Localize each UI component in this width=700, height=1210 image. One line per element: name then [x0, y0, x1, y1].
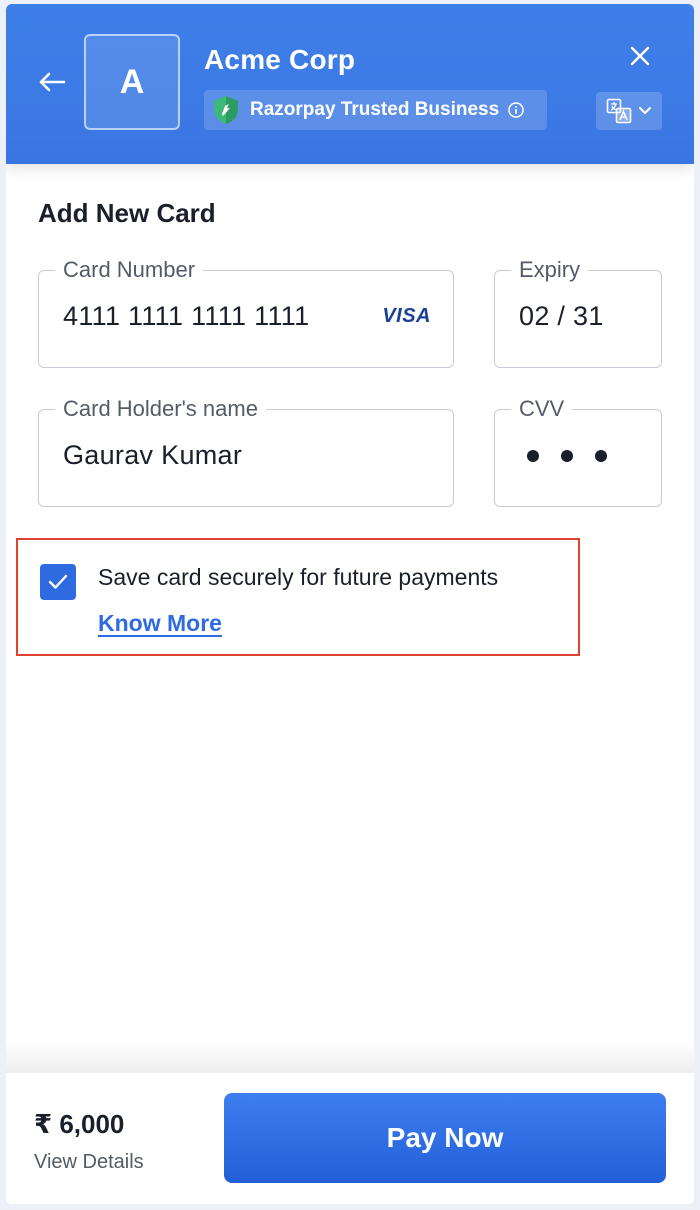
- card-holder-value: Gaurav Kumar: [63, 440, 243, 470]
- trusted-business-label: Razorpay Trusted Business: [250, 99, 500, 120]
- pay-now-button[interactable]: Pay Now: [224, 1093, 666, 1183]
- merchant-logo-letter: A: [119, 62, 145, 101]
- expiry-field[interactable]: Expiry 02 / 31: [494, 255, 662, 368]
- cvv-label: CVV: [511, 394, 573, 424]
- expiry-value: 02 / 31: [519, 301, 604, 331]
- view-details-link[interactable]: View Details: [34, 1151, 144, 1174]
- card-holder-label: Card Holder's name: [55, 394, 266, 424]
- total-amount: ₹ 6,000: [34, 1109, 125, 1139]
- save-card-highlight: Save card securely for future payments K…: [16, 538, 580, 656]
- cvv-field[interactable]: CVV: [494, 394, 662, 507]
- language-selector[interactable]: [596, 92, 662, 130]
- card-number-label: Card Number: [55, 255, 204, 285]
- chevron-down-icon: [639, 107, 651, 114]
- back-arrow-icon: [39, 72, 66, 92]
- close-icon: [630, 46, 650, 66]
- section-title: Add New Card: [38, 198, 216, 228]
- translate-icon: [606, 98, 632, 124]
- footer: ₹ 6,000 View Details Pay Now: [6, 1073, 694, 1204]
- checkout-modal: A Acme Corp Razorpay Trusted Business Ad…: [6, 4, 694, 1204]
- checkmark-icon: [48, 574, 68, 589]
- know-more-link[interactable]: Know More: [98, 610, 222, 637]
- visa-logo-icon: VISA: [382, 305, 431, 327]
- back-button[interactable]: [36, 66, 68, 98]
- footer-shadow: [6, 1040, 694, 1074]
- shield-check-icon: [214, 96, 238, 124]
- info-icon[interactable]: [507, 101, 525, 119]
- card-holder-field[interactable]: Card Holder's name Gaurav Kumar: [38, 394, 454, 507]
- trusted-business-badge[interactable]: Razorpay Trusted Business: [204, 90, 547, 130]
- card-number-value: 4111 1111 1111 1111: [63, 301, 310, 331]
- expiry-label: Expiry: [511, 255, 589, 285]
- save-card-label: Save card securely for future payments: [98, 564, 499, 590]
- merchant-logo: A: [84, 34, 180, 130]
- close-button[interactable]: [624, 40, 656, 72]
- cvv-masked-value: [527, 450, 607, 462]
- header: A Acme Corp Razorpay Trusted Business: [6, 4, 694, 164]
- card-number-field[interactable]: Card Number 4111 1111 1111 1111 VISA: [38, 255, 454, 368]
- merchant-name: Acme Corp: [204, 44, 356, 75]
- save-card-checkbox[interactable]: [40, 564, 76, 600]
